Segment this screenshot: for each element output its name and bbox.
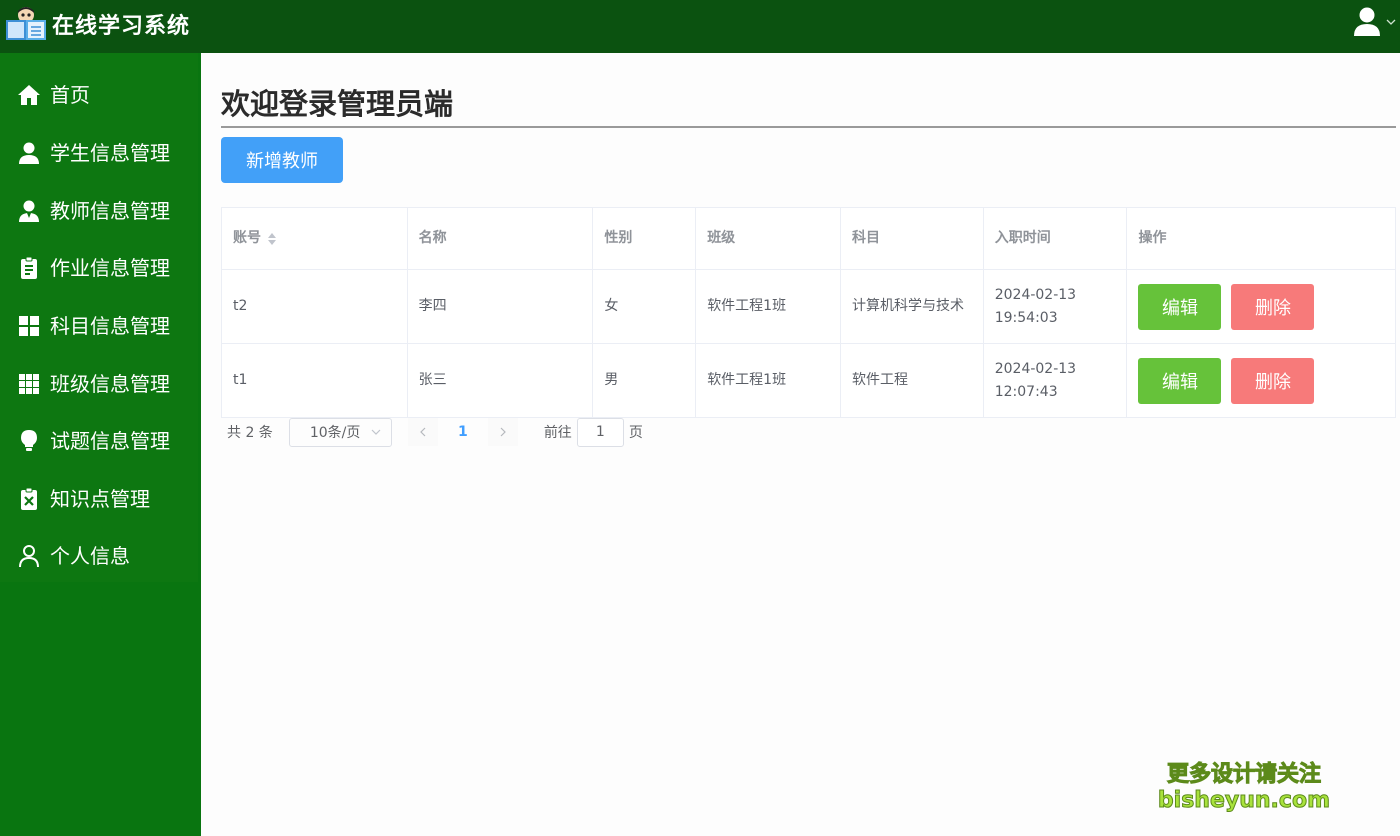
table-row: t2 李四 女 软件工程1班 计算机科学与技术 2024-02-13 19:54… [222,270,1395,344]
edit-button[interactable]: 编辑 [1138,357,1222,404]
cell-joined: 2024-02-13 12:07:43 [984,344,1128,417]
sidebar-menu: 首页 学生信息管理 教师信息管理 作业信息管理 科目信息管理 班级信息管理 试题… [0,53,198,582]
sidebar-item-label: 知识点管理 [50,487,150,511]
user-icon [19,142,39,164]
header-actions: 操作 [1138,230,1167,246]
sidebar: 首页 学生信息管理 教师信息管理 作业信息管理 科目信息管理 班级信息管理 试题… [0,53,201,836]
cell-gender: 男 [593,344,697,417]
sort-icon[interactable] [267,232,277,246]
chevron-down-icon [1386,19,1396,25]
sidebar-item-students[interactable]: 学生信息管理 [0,125,198,181]
add-teacher-button[interactable]: 新增教师 [221,137,343,183]
next-page-button[interactable] [487,418,518,446]
sidebar-item-home[interactable]: 首页 [0,67,198,123]
page-size-select[interactable]: 10条/页 [288,417,392,447]
cell-subject: 计算机科学与技术 [841,270,984,343]
goto-label: 前往 [543,425,572,441]
sidebar-item-label: 试题信息管理 [50,429,170,453]
prev-page-button[interactable] [407,418,438,446]
page-number-button[interactable]: 1 [438,418,488,446]
cell-account: t1 [222,344,408,417]
sidebar-item-label: 首页 [50,83,90,107]
title-divider [221,126,1396,128]
sidebar-item-subjects[interactable]: 科目信息管理 [0,298,198,354]
header-account[interactable]: 账号 [222,208,408,269]
cell-class: 软件工程1班 [696,344,841,417]
header-subject: 科目 [841,208,984,269]
cell-actions: 编辑 删除 [1127,344,1395,417]
sidebar-item-label: 个人信息 [50,544,130,568]
person-outline-icon [19,545,39,568]
header-class: 班级 [696,208,841,269]
pagination: 共 2 条 10条/页 1 前往 页 [227,417,643,447]
delete-button[interactable]: 删除 [1231,283,1315,330]
delete-button[interactable]: 删除 [1231,357,1315,404]
sidebar-item-questions[interactable]: 试题信息管理 [0,413,198,469]
cell-actions: 编辑 删除 [1127,270,1395,343]
sidebar-item-label: 学生信息管理 [50,141,170,165]
cell-name: 李四 [408,270,594,343]
goto-page-input[interactable] [576,417,624,447]
chevron-right-icon [500,427,506,437]
lightbulb-icon [21,430,37,451]
header-name: 名称 [408,208,594,269]
pagination-total: 共 2 条 [227,425,273,441]
book-logo-icon [6,7,46,40]
sidebar-item-label: 教师信息管理 [50,199,170,223]
cell-name: 张三 [408,344,594,417]
cell-gender: 女 [593,270,697,343]
clipboard-x-icon [21,487,37,510]
user-avatar-icon [1354,7,1380,36]
watermark-line2: bisheyun.com [1157,788,1330,814]
header-joined: 入职时间 [984,208,1128,269]
table-header-row: 账号 名称 性别 班级 科目 入职时间 操作 [222,208,1395,270]
sidebar-item-classes[interactable]: 班级信息管理 [0,356,198,412]
header-gender: 性别 [593,208,697,269]
home-icon [18,85,40,105]
table-row: t1 张三 男 软件工程1班 软件工程 2024-02-13 12:07:43 … [222,344,1395,417]
top-bar: 在线学习系统 [0,0,1400,53]
sidebar-item-homework[interactable]: 作业信息管理 [0,240,198,296]
grid-icon [19,316,39,336]
user-menu[interactable] [1352,6,1396,38]
watermark: 更多设计请关注 bisheyun.com [1157,762,1330,814]
cell-class: 软件工程1班 [696,270,841,343]
teacher-icon [19,200,39,222]
edit-button[interactable]: 编辑 [1138,283,1222,330]
chevron-left-icon [419,427,426,437]
teacher-table: 账号 名称 性别 班级 科目 入职时间 操作 t2 李四 女 软件工程1班 计算… [221,207,1396,418]
cell-account: t2 [222,270,408,343]
page-size-value: 10条/页 [309,425,361,441]
chevron-down-icon [371,429,381,435]
page-title: 欢迎登录管理员端 [221,87,454,121]
main-content: 欢迎登录管理员端 新增教师 账号 名称 性别 班级 科目 入职时间 操作 t2 … [201,53,1400,836]
page-suffix-label: 页 [628,425,643,441]
clipboard-icon [21,256,37,279]
cell-subject: 软件工程 [841,344,984,417]
sidebar-item-label: 科目信息管理 [50,314,170,338]
grid-nine-icon [19,374,39,394]
sidebar-item-profile[interactable]: 个人信息 [0,528,198,584]
watermark-line1: 更多设计请关注 [1166,762,1321,788]
sidebar-item-label: 班级信息管理 [50,372,170,396]
app-title: 在线学习系统 [52,14,191,39]
sidebar-item-knowledge[interactable]: 知识点管理 [0,471,198,527]
cell-joined: 2024-02-13 19:54:03 [984,270,1128,343]
sidebar-item-teachers[interactable]: 教师信息管理 [0,183,198,239]
sidebar-item-label: 作业信息管理 [50,256,170,280]
